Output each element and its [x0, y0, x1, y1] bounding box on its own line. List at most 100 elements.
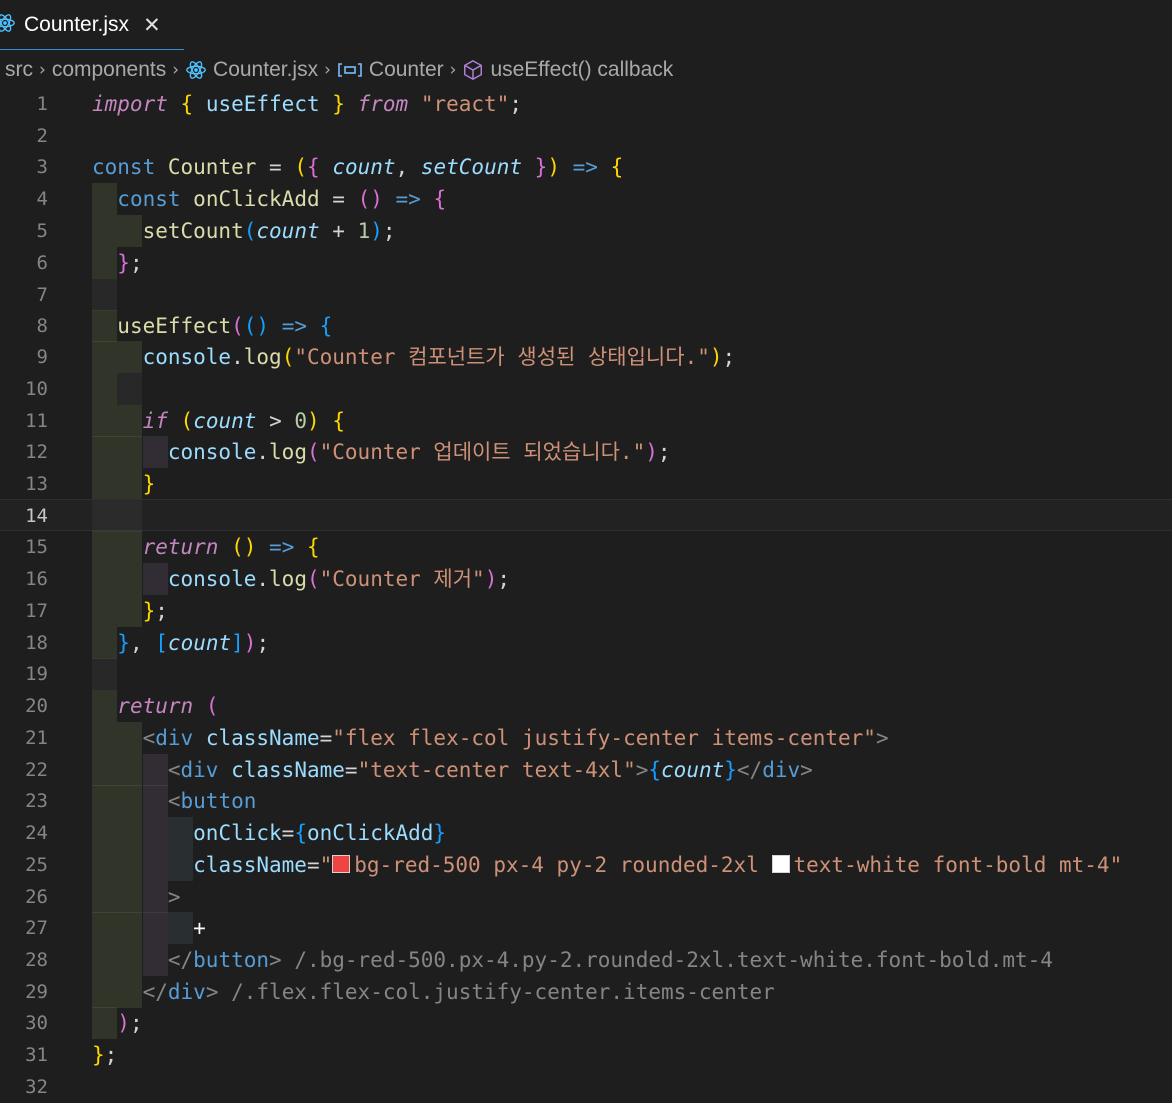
symbol-method-icon [462, 59, 484, 81]
line-number: 7 [36, 284, 48, 306]
inline-hint: /.flex.flex-col.justify-center.items-cen… [231, 980, 775, 1004]
code-text: setCount(count + 1); [142, 219, 396, 243]
inline-hint: /.bg-red-500.px-4.py-2.rounded-2xl.text-… [294, 948, 1053, 972]
chevron-right-icon: › [324, 60, 331, 80]
line-number: 29 [25, 981, 48, 1003]
code-line: 13 } [0, 468, 1172, 500]
code-line: 10 [0, 373, 1172, 405]
code-line: 9 console.log("Counter 컴포넌트가 생성된 상태입니다."… [0, 341, 1172, 373]
code-text: > [167, 885, 181, 909]
code-line: 17 }; [0, 595, 1172, 627]
breadcrumb-item-src[interactable]: src [5, 58, 33, 82]
code-text: <button [167, 789, 257, 813]
indent-guide [117, 500, 142, 532]
code-text: } [142, 472, 156, 496]
code-text: return ( [117, 694, 219, 718]
code-line: 1 import { useEffect } from "react"; [0, 88, 1172, 120]
symbol-variable-icon [337, 61, 363, 79]
line-number: 31 [25, 1044, 48, 1066]
code-line: 16 console.log("Counter 제거"); [0, 563, 1172, 595]
chevron-right-icon: › [39, 60, 46, 80]
line-number: 16 [25, 568, 48, 590]
code-line: 3 const Counter = ({ count, setCount }) … [0, 151, 1172, 183]
code-line: 32 [0, 1071, 1172, 1103]
code-text: ); [117, 1011, 143, 1035]
code-text: return () => { [142, 535, 320, 559]
line-number: 20 [25, 695, 48, 717]
line-number: 23 [25, 790, 48, 812]
line-number: 5 [36, 220, 48, 242]
color-swatch-white[interactable] [771, 855, 790, 873]
code-line: 15 return () => { [0, 531, 1172, 563]
code-line: 2 [0, 120, 1172, 152]
chevron-right-icon: › [172, 60, 180, 80]
code-text: }; [142, 599, 168, 623]
code-line: 27 + [0, 912, 1172, 944]
line-number: 8 [36, 315, 48, 337]
line-number: 32 [25, 1076, 48, 1098]
code-text: console.log("Counter 업데이트 되었습니다."); [167, 440, 671, 464]
code-text: }, [count]); [117, 631, 270, 655]
code-line: 12 console.log("Counter 업데이트 되었습니다."); [0, 436, 1172, 468]
indent-guide [92, 500, 117, 532]
code-line: 20 return ( [0, 690, 1172, 722]
code-text: const Counter = ({ count, setCount }) =>… [92, 155, 624, 179]
code-text: </button> /.bg-red-500.px-4.py-2.rounded… [167, 948, 1053, 972]
code-line: 11 if (count > 0) { [0, 405, 1172, 437]
line-number: 2 [36, 125, 48, 147]
breadcrumb: src › components › Counter.jsx › Counter… [0, 53, 1172, 87]
code-line: 31 }; [0, 1039, 1172, 1071]
breadcrumb-item-counter[interactable]: Counter [369, 58, 444, 82]
breadcrumb-item-components[interactable]: components [52, 58, 166, 82]
line-number: 1 [36, 93, 48, 115]
code-text: console.log("Counter 제거"); [167, 567, 511, 591]
indent-guide [92, 658, 117, 690]
code-text: if (count > 0) { [142, 409, 345, 433]
line-number: 10 [25, 378, 48, 400]
close-icon[interactable]: ✕ [143, 13, 161, 37]
breadcrumb-item-file[interactable]: Counter.jsx [213, 58, 318, 82]
line-number: 17 [25, 600, 48, 622]
line-number: 26 [25, 886, 48, 908]
code-text: }; [92, 1043, 118, 1067]
code-line: 6 }; [0, 247, 1172, 279]
line-number: 22 [25, 759, 48, 781]
code-line: 22 <div className="text-center text-4xl"… [0, 754, 1172, 786]
indent-guide [117, 373, 142, 405]
code-line: 5 setCount(count + 1); [0, 215, 1172, 247]
chevron-right-icon: › [449, 60, 457, 80]
code-text: useEffect(() => { [117, 314, 333, 338]
code-text: + [193, 916, 206, 940]
react-icon [185, 59, 207, 81]
code-editor[interactable]: 1 import { useEffect } from "react"; 2 3… [0, 87, 1172, 1098]
code-text: onClick={onClickAdd} [193, 821, 447, 845]
line-number: 3 [36, 156, 48, 178]
line-number: 4 [36, 188, 48, 210]
line-number: 15 [25, 536, 48, 558]
line-number: 21 [25, 727, 48, 749]
line-number: 18 [25, 632, 48, 654]
code-text: <div className="text-center text-4xl">{c… [167, 758, 813, 782]
tab-label: Counter.jsx [24, 12, 130, 36]
code-text: <div className="flex flex-col justify-ce… [142, 726, 889, 750]
code-text: }; [117, 251, 143, 275]
line-number: 24 [25, 822, 48, 844]
breadcrumb-item-callback[interactable]: useEffect() callback [490, 58, 673, 82]
line-number: 30 [25, 1012, 48, 1034]
color-swatch-red[interactable] [332, 855, 351, 873]
code-line: 21 <div className="flex flex-col justify… [0, 722, 1172, 754]
line-number: 19 [25, 663, 48, 685]
code-line: 8 useEffect(() => { [0, 310, 1172, 342]
code-line: 28 </button> /.bg-red-500.px-4.py-2.roun… [0, 944, 1172, 976]
code-line: 24 onClick={onClickAdd} [0, 817, 1172, 849]
code-line: 30 ); [0, 1007, 1172, 1039]
tab-counter-jsx[interactable]: Counter.jsx ✕ [0, 0, 184, 50]
code-text: </div> /.flex.flex-col.justify-center.it… [142, 980, 775, 1004]
code-line: 26 > [0, 881, 1172, 913]
line-number: 14 [25, 505, 48, 527]
code-line: 4 const onClickAdd = () => { [0, 183, 1172, 215]
indent-guide [92, 279, 117, 311]
line-number: 27 [25, 917, 48, 939]
line-number: 9 [36, 346, 48, 368]
code-text: console.log("Counter 컴포넌트가 생성된 상태입니다."); [142, 345, 736, 369]
